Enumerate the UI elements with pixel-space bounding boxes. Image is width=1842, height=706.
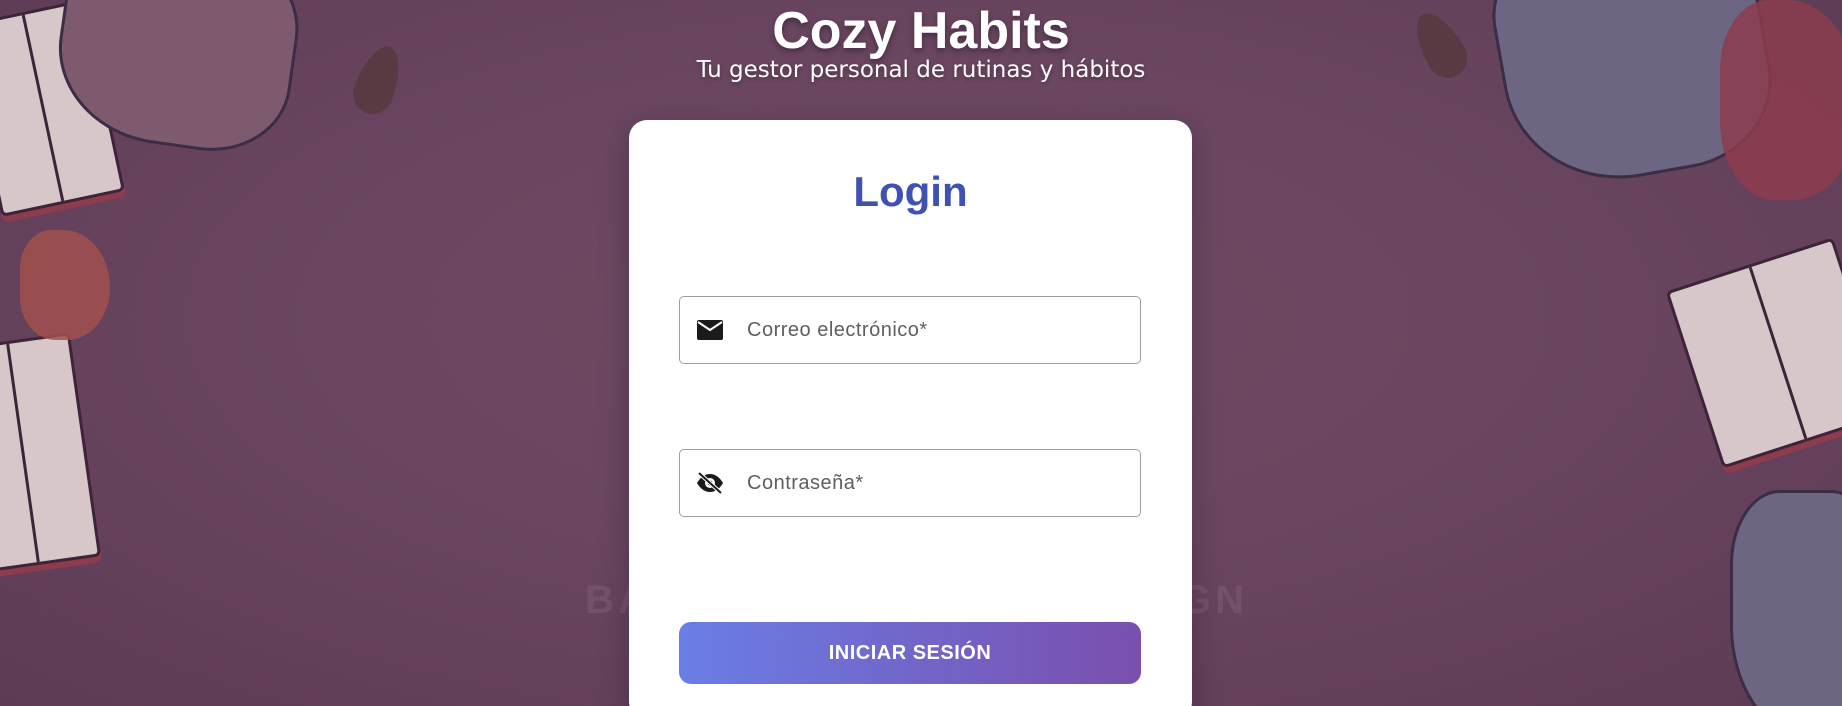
password-input[interactable] bbox=[745, 470, 1129, 496]
book-illustration bbox=[0, 332, 102, 574]
book-illustration bbox=[1665, 237, 1842, 469]
login-card: Login INICIAR SESIÓN bbox=[629, 120, 1192, 706]
login-submit-button[interactable]: INICIAR SESIÓN bbox=[679, 622, 1141, 684]
password-field[interactable] bbox=[679, 449, 1141, 517]
blanket-illustration bbox=[20, 230, 110, 340]
brand-header: Cozy Habits Tu gestor personal de rutina… bbox=[0, 2, 1842, 82]
mail-icon bbox=[695, 315, 725, 345]
pillow-illustration bbox=[1730, 490, 1842, 706]
email-input[interactable] bbox=[745, 317, 1129, 343]
app-title: Cozy Habits bbox=[772, 2, 1070, 60]
email-field[interactable] bbox=[679, 296, 1141, 364]
visibility-off-icon[interactable] bbox=[695, 468, 725, 498]
login-title: Login bbox=[853, 168, 968, 215]
app-subtitle: Tu gestor personal de rutinas y hábitos bbox=[696, 57, 1146, 83]
